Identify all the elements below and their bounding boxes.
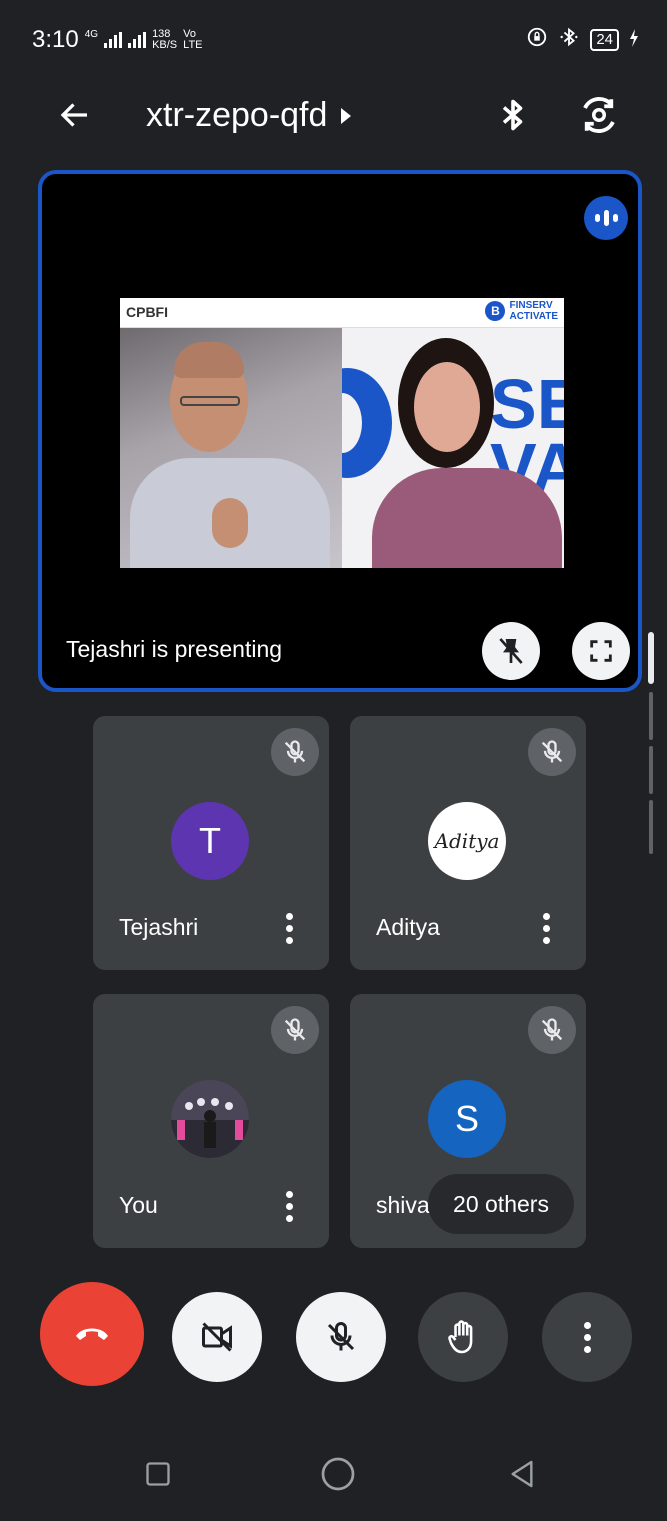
network-speed-unit: KB/S [152,39,178,51]
more-options-icon [583,1321,591,1353]
others-chip[interactable]: 20 others [428,1174,574,1234]
end-call-icon [76,1328,108,1340]
scroll-thumb[interactable] [648,632,654,684]
avatar: S [428,1080,506,1158]
camera-off-icon [202,1322,232,1352]
status-time: 3:10 [32,26,79,53]
mic-off-icon [327,1322,355,1351]
slide-header: CPBFI B FINSERV ACTIVATE [120,298,564,328]
avatar: Aditya [428,802,506,880]
participant-menu-button[interactable] [277,1186,301,1226]
presentation-tile[interactable]: CPBFI B FINSERV ACTIVATE SE VA Tejashri … [38,170,642,692]
bluetooth-icon [502,99,523,131]
presenting-label: Tejashri is presenting [66,636,283,662]
network-type: 4G [84,29,99,40]
back-button[interactable] [50,90,100,140]
meeting-code: xtr-zepo-qfd [146,96,328,134]
home-button[interactable] [318,1454,358,1494]
bluetooth-audio-button[interactable] [488,90,538,140]
switch-camera-icon [583,97,615,133]
recents-button[interactable] [138,1454,178,1494]
raise-hand-button[interactable] [418,1292,508,1382]
participant-menu-button[interactable] [534,908,558,948]
mic-off-icon [528,1006,576,1054]
unpin-button[interactable] [482,622,540,680]
mic-off-icon [528,728,576,776]
back-arrow-icon [60,103,87,127]
signal-1-icon [104,32,123,48]
more-options-button[interactable] [542,1292,632,1382]
speaking-indicator-icon [584,196,628,240]
status-bar: 3:10 4G 138 KB/S Vo LTE 24 [0,0,667,80]
fullscreen-button[interactable] [572,622,630,680]
chevron-right-icon [341,107,352,124]
mic-off-icon [271,1006,319,1054]
speaker-video-left [120,328,342,568]
avatar: T [171,802,249,880]
speaker-video-right: SE VA [342,328,564,568]
status-right: 24 [526,26,639,54]
participant-name: Tejashri [119,914,199,940]
unpin-icon [499,638,523,664]
avatar-logo-text: Aditya [434,829,500,853]
call-controls [0,1282,667,1392]
switch-camera-button[interactable] [572,88,626,142]
fullscreen-icon [590,640,612,662]
slide-logo: B FINSERV ACTIVATE [485,300,558,322]
participant-tile[interactable]: You [93,994,329,1248]
meeting-title[interactable]: xtr-zepo-qfd [146,96,352,135]
status-left: 3:10 4G 138 KB/S Vo LTE [32,26,203,54]
scrollbar[interactable] [648,632,654,854]
bluetooth-status-icon [558,26,580,54]
shared-screen: CPBFI B FINSERV ACTIVATE SE VA [120,298,564,568]
recents-icon [146,1462,170,1486]
volte-bottom: LTE [183,39,203,51]
avatar [171,1080,249,1158]
avatar-initial: T [199,820,221,861]
participant-name: Aditya [376,914,440,940]
battery-indicator: 24 [590,29,619,51]
slide-logo-line2: ACTIVATE [509,311,558,322]
nav-back-button[interactable] [502,1454,542,1494]
app-bar: xtr-zepo-qfd [0,80,667,152]
home-icon [321,1457,355,1491]
avatar-photo [171,1080,249,1158]
slide-logo-line1: FINSERV [509,300,553,311]
participant-menu-button[interactable] [277,908,301,948]
avatar-initial: S [454,1098,479,1139]
raise-hand-icon [448,1320,473,1354]
participant-name: You [119,1192,158,1218]
participant-tile[interactable]: T Tejashri [93,716,329,970]
mic-off-icon [271,728,319,776]
back-icon [511,1460,533,1488]
lock-rotation-icon [526,26,548,54]
end-call-button[interactable] [40,1282,144,1386]
network-speed: 138 KB/S [152,29,177,51]
camera-toggle-button[interactable] [172,1292,262,1382]
volte-indicator: Vo LTE [183,29,202,51]
finserv-logo-icon: B [485,301,506,321]
system-nav-bar [0,1440,667,1510]
signal-2-icon [128,32,147,48]
slide-brand: CPBFI [126,304,168,320]
charging-icon [629,27,639,53]
mic-toggle-button[interactable] [296,1292,386,1382]
participant-tile[interactable]: Aditya Aditya [350,716,586,970]
